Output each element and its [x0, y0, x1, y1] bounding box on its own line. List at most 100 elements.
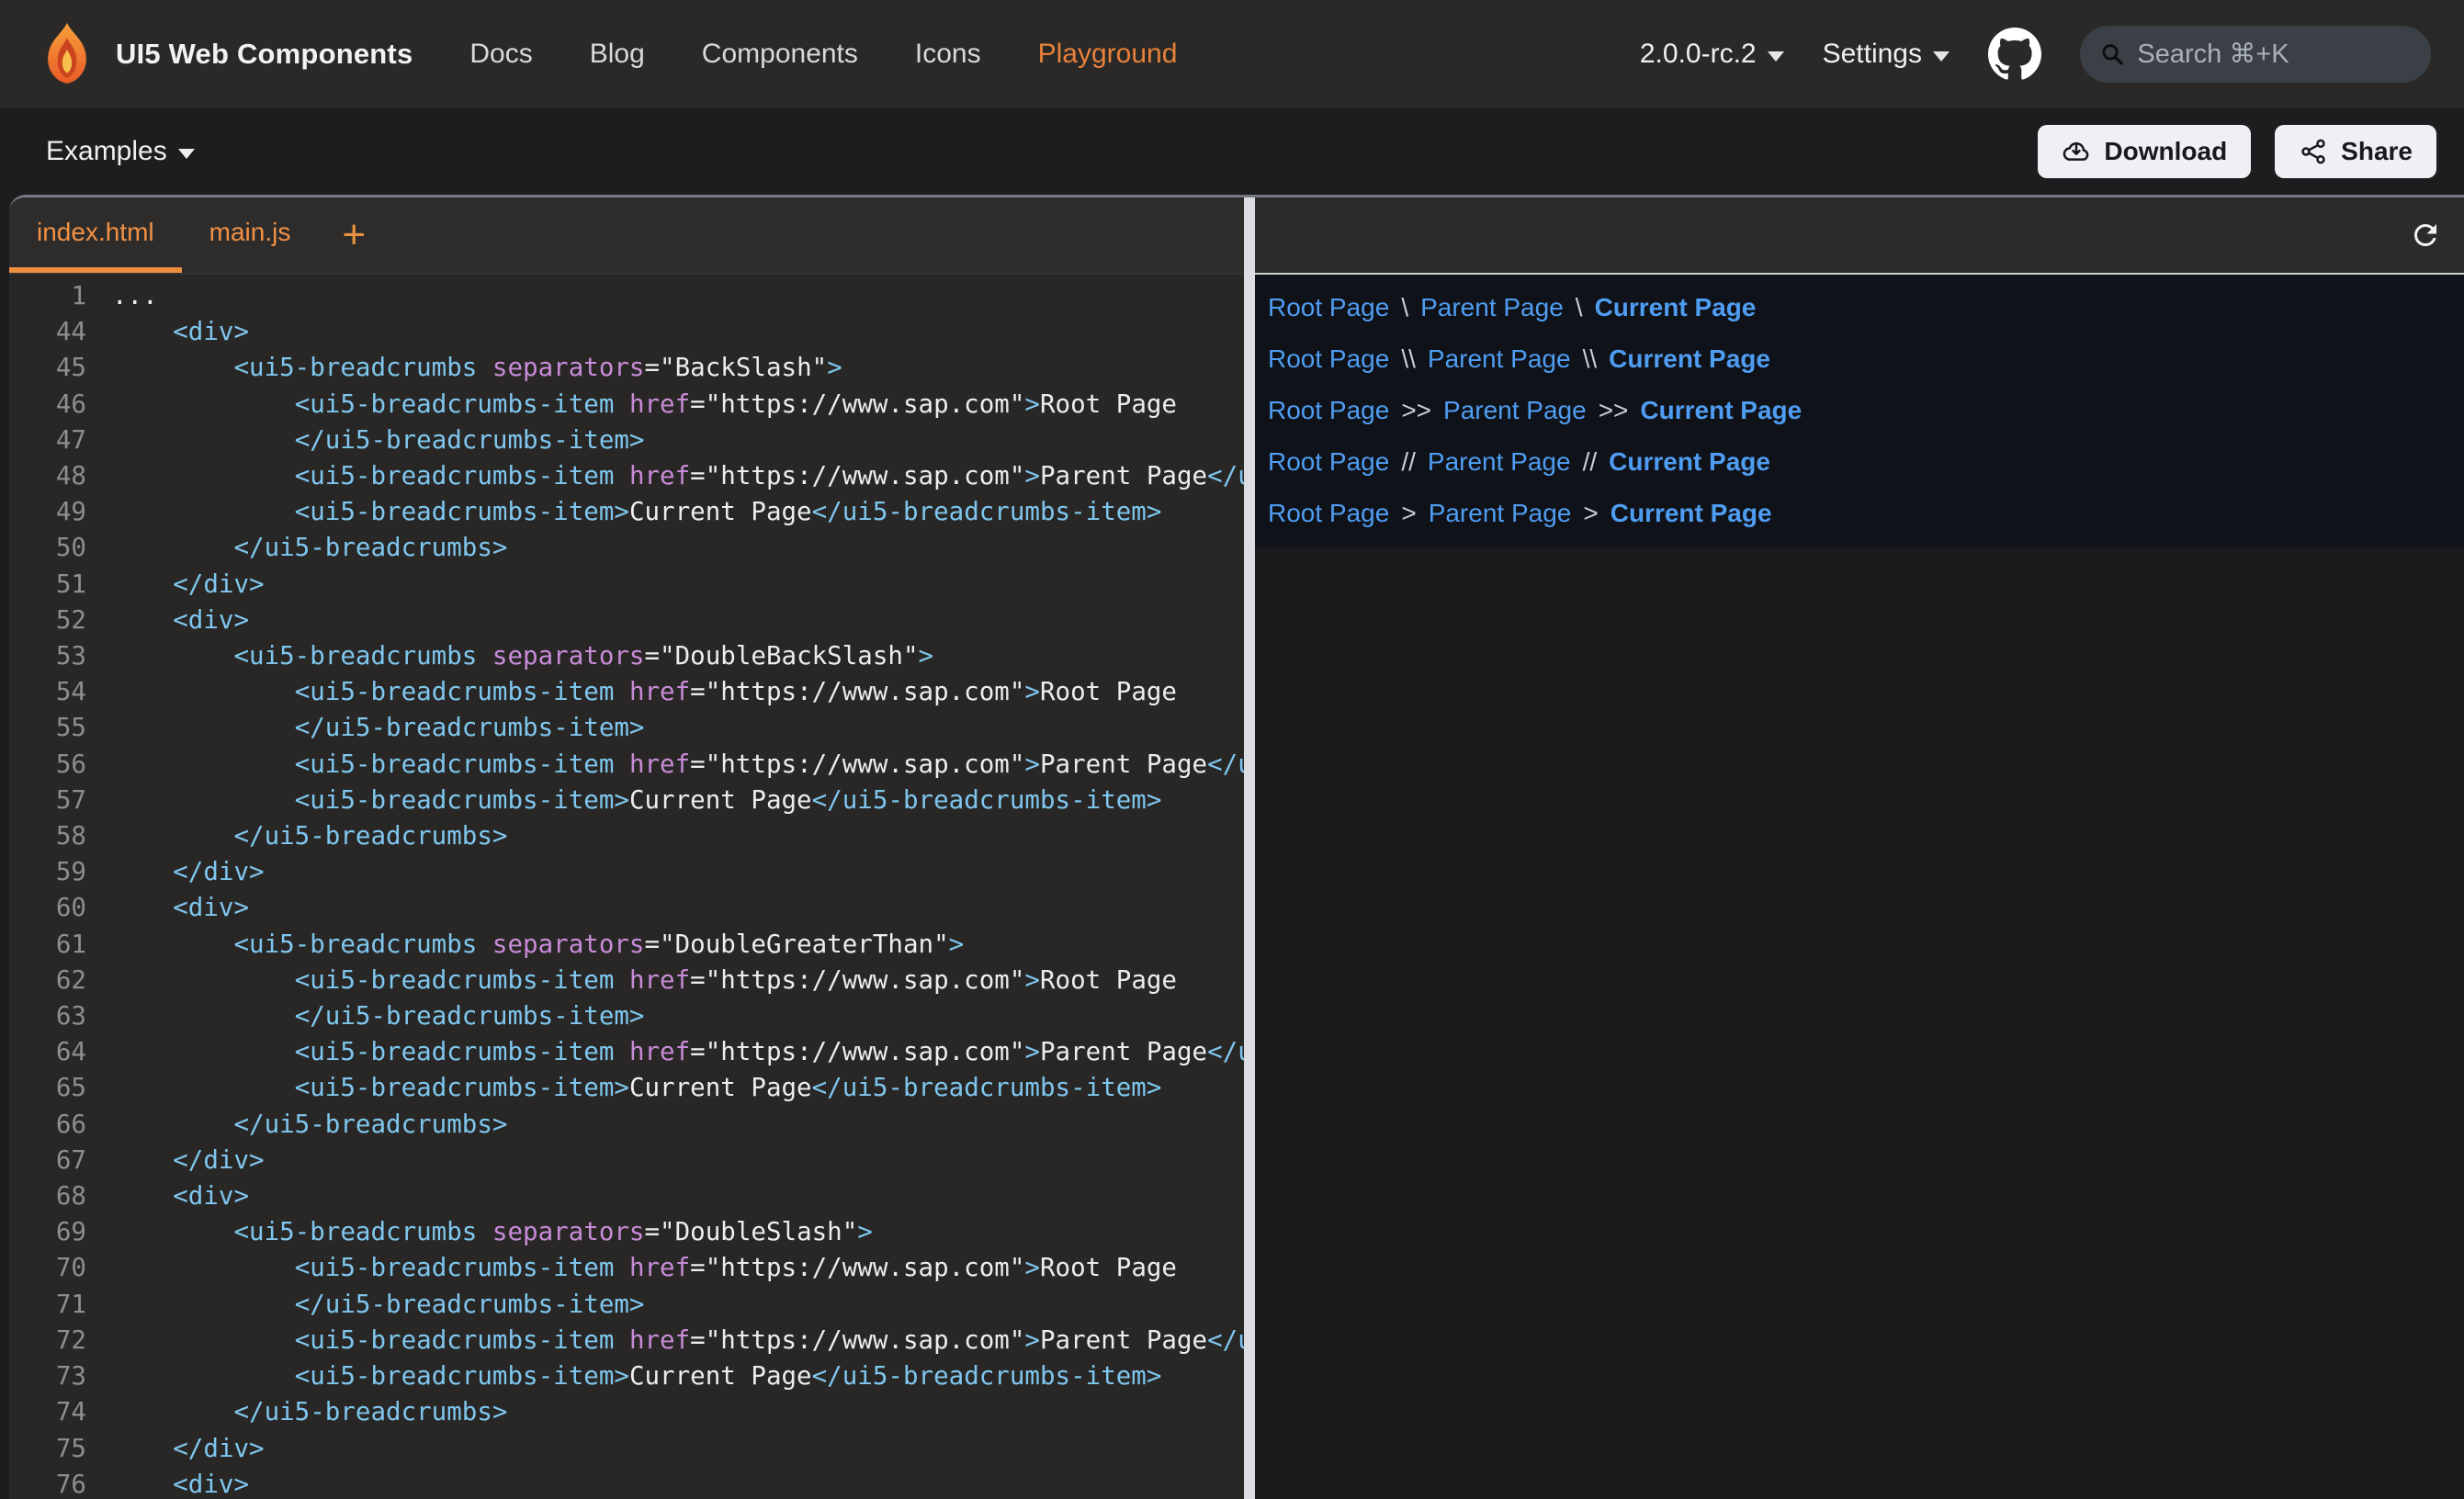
preview-background — [1255, 547, 2464, 1499]
breadcrumb-separator: >> — [1401, 396, 1431, 425]
examples-dropdown[interactable]: Examples — [46, 136, 195, 167]
code-line: 44 <div> — [9, 314, 1244, 350]
code-line: 58 </ui5-breadcrumbs> — [9, 818, 1244, 854]
breadcrumb-link[interactable]: Root Page — [1268, 293, 1389, 322]
breadcrumb-separator: >> — [1599, 396, 1629, 425]
code-text: <ui5-breadcrumbs-item href="https://www.… — [112, 1250, 1177, 1286]
breadcrumb-link[interactable]: Parent Page — [1428, 344, 1571, 374]
code-text: <div> — [112, 1467, 249, 1499]
share-label: Share — [2341, 137, 2413, 166]
code-text: </ui5-breadcrumbs> — [112, 530, 507, 566]
code-line: 69 <ui5-breadcrumbs separators="DoubleSl… — [9, 1214, 1244, 1250]
breadcrumb-link[interactable]: Current Page — [1609, 344, 1770, 374]
line-number: 54 — [9, 674, 86, 710]
search-box[interactable] — [2080, 26, 2431, 83]
line-number: 63 — [9, 998, 86, 1034]
toolbar-actions: Download Share — [2038, 125, 2436, 178]
line-number: 44 — [9, 314, 86, 350]
top-navigation: UI5 Web Components Docs Blog Components Ico… — [0, 0, 2464, 108]
code-line: 57 <ui5-breadcrumbs-item>Current Page</u… — [9, 783, 1244, 818]
breadcrumb-link[interactable]: Current Page — [1609, 447, 1770, 477]
code-line: 71 </ui5-breadcrumbs-item> — [9, 1287, 1244, 1323]
download-button[interactable]: Download — [2038, 125, 2251, 178]
code-text: <ui5-breadcrumbs-item href="https://www.… — [112, 963, 1177, 998]
line-number: 66 — [9, 1107, 86, 1143]
nav-link-playground[interactable]: Playground — [1038, 39, 1178, 70]
line-number: 71 — [9, 1287, 86, 1323]
code-text: <ui5-breadcrumbs-item href="https://www.… — [112, 387, 1177, 423]
code-area[interactable]: 1...44 <div>45 <ui5-breadcrumbs separato… — [9, 275, 1244, 1499]
line-number: 56 — [9, 747, 86, 783]
pane-resize-handle[interactable] — [1244, 197, 1255, 1499]
code-text: <ui5-breadcrumbs-item>Current Page</ui5-… — [112, 783, 1161, 818]
code-text: </ui5-breadcrumbs-item> — [112, 423, 645, 458]
breadcrumb-link[interactable]: Current Page — [1595, 293, 1757, 322]
breadcrumb-separator: \\ — [1583, 344, 1598, 374]
code-text: <div> — [112, 603, 249, 638]
tab-main-js[interactable]: main.js — [182, 197, 319, 273]
code-line: 50 </ui5-breadcrumbs> — [9, 530, 1244, 566]
add-tab-button[interactable]: + — [318, 197, 390, 273]
version-dropdown[interactable]: 2.0.0-rc.2 — [1640, 39, 1784, 70]
code-text: </ui5-breadcrumbs-item> — [112, 710, 645, 746]
line-number: 50 — [9, 530, 86, 566]
breadcrumb-link[interactable]: Parent Page — [1428, 447, 1571, 477]
line-number: 60 — [9, 890, 86, 926]
breadcrumbs-row: Root Page \\ Parent Page \\ Current Page — [1268, 333, 2464, 385]
code-text: <ui5-breadcrumbs separators="DoubleSlash… — [112, 1214, 873, 1250]
refresh-icon[interactable] — [2409, 219, 2442, 252]
breadcrumb-separator: > — [1583, 499, 1598, 528]
code-line: 60 <div> — [9, 890, 1244, 926]
nav-link-blog[interactable]: Blog — [590, 39, 645, 70]
breadcrumb-link[interactable]: Current Page — [1640, 396, 1802, 425]
code-text: </ui5-breadcrumbs> — [112, 1107, 507, 1143]
ui5-phoenix-logo-icon — [37, 21, 97, 87]
breadcrumb-link[interactable]: Parent Page — [1429, 499, 1572, 528]
chevron-down-icon — [1933, 51, 1950, 62]
code-text: </ui5-breadcrumbs-item> — [112, 1287, 645, 1323]
nav-link-docs[interactable]: Docs — [469, 39, 532, 70]
code-line: 72 <ui5-breadcrumbs-item href="https://w… — [9, 1323, 1244, 1358]
breadcrumb-link[interactable]: Parent Page — [1420, 293, 1564, 322]
code-line: 66 </ui5-breadcrumbs> — [9, 1107, 1244, 1143]
code-line: 61 <ui5-breadcrumbs separators="DoubleGr… — [9, 927, 1244, 963]
settings-dropdown[interactable]: Settings — [1823, 39, 1950, 70]
nav-link-icons[interactable]: Icons — [915, 39, 981, 70]
code-line: 68 <div> — [9, 1178, 1244, 1214]
line-number: 68 — [9, 1178, 86, 1214]
code-text: <ui5-breadcrumbs separators="DoubleGreat… — [112, 927, 964, 963]
brand-title: UI5 Web Components — [116, 38, 413, 71]
preview-frame: Root Page\Parent Page\Current PageRoot P… — [1255, 275, 2464, 547]
code-line: 70 <ui5-breadcrumbs-item href="https://w… — [9, 1250, 1244, 1286]
line-number: 45 — [9, 350, 86, 386]
breadcrumb-link[interactable]: Root Page — [1268, 344, 1389, 374]
line-number: 53 — [9, 638, 86, 674]
tab-index-html[interactable]: index.html — [9, 197, 182, 273]
code-text: <ui5-breadcrumbs-item href="https://www.… — [112, 747, 1244, 783]
nav-links: Docs Blog Components Icons Playground — [469, 39, 1177, 70]
code-line: 63 </ui5-breadcrumbs-item> — [9, 998, 1244, 1034]
line-number: 72 — [9, 1323, 86, 1358]
brand[interactable]: UI5 Web Components — [37, 21, 413, 87]
code-text: ... — [112, 278, 158, 314]
line-number: 49 — [9, 494, 86, 530]
code-editor-pane: index.html main.js + 1...44 <div>45 <ui5… — [9, 197, 1244, 1499]
code-text: </div> — [112, 1431, 265, 1467]
line-number: 1 — [9, 278, 86, 314]
github-icon[interactable] — [1988, 28, 2041, 81]
breadcrumb-separator: \\ — [1401, 344, 1416, 374]
breadcrumb-link[interactable]: Parent Page — [1443, 396, 1587, 425]
code-line: 54 <ui5-breadcrumbs-item href="https://w… — [9, 674, 1244, 710]
share-button[interactable]: Share — [2275, 125, 2436, 178]
search-icon — [2100, 40, 2124, 68]
nav-link-components[interactable]: Components — [702, 39, 858, 70]
breadcrumb-link[interactable]: Root Page — [1268, 499, 1389, 528]
search-input[interactable] — [2137, 39, 2411, 70]
code-text: <ui5-breadcrumbs-item>Current Page</ui5-… — [112, 1358, 1161, 1394]
breadcrumb-link[interactable]: Current Page — [1611, 499, 1772, 528]
breadcrumb-link[interactable]: Root Page — [1268, 396, 1389, 425]
breadcrumbs-row: Root Page//Parent Page//Current Page — [1268, 436, 2464, 488]
breadcrumb-link[interactable]: Root Page — [1268, 447, 1389, 477]
download-label: Download — [2104, 137, 2227, 166]
line-number: 69 — [9, 1214, 86, 1250]
